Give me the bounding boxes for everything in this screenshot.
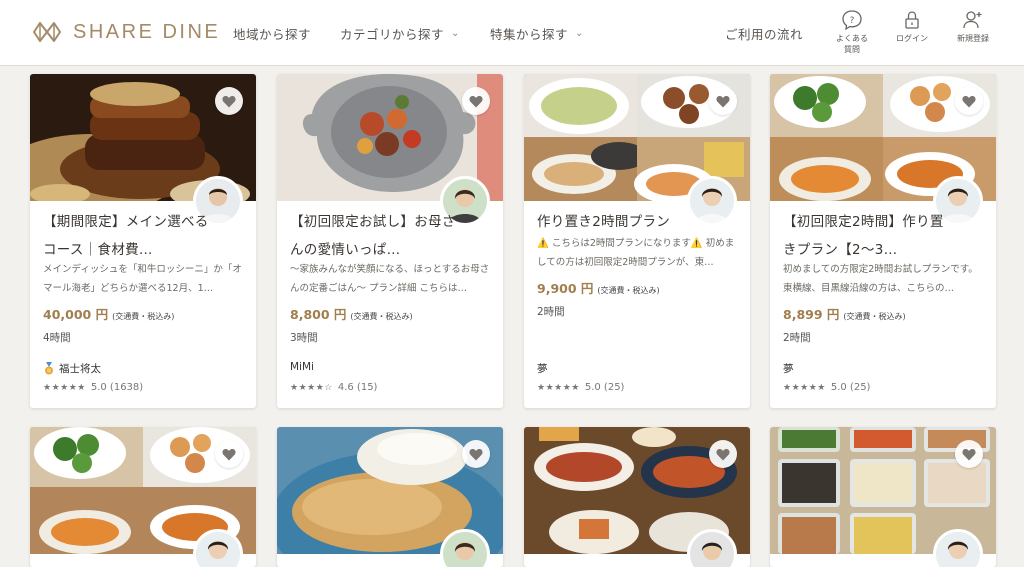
plan-rating: ★★★★☆ 4.6 (15) <box>290 382 377 393</box>
star-icons: ★★★★★ <box>537 382 580 393</box>
plan-price: 40,000 円 (交通費・税込み) <box>43 304 174 323</box>
host-name[interactable]: 福士将太 <box>43 361 101 376</box>
rating-value: 5.0 (25) <box>830 382 871 393</box>
faq-button[interactable]: ? よくある 質問 <box>822 9 882 55</box>
heart-icon <box>222 95 236 107</box>
host-name-label: 福士将太 <box>59 363 101 375</box>
plan-card[interactable]: 【初回限定2時間】作り置きプラン【2〜3… 初めましての方限定2時間お試しプラン… <box>770 74 996 408</box>
price-value: 40,000 円 <box>43 307 109 322</box>
heart-icon <box>469 448 483 460</box>
nav-flow-label: ご利用の流れ <box>725 27 804 42</box>
favorite-button[interactable] <box>215 87 243 115</box>
price-note: (交通費・税込み) <box>112 312 175 321</box>
favorite-button[interactable] <box>462 440 490 468</box>
plan-rating: ★★★★★ 5.0 (25) <box>783 382 870 393</box>
plan-duration: 4時間 <box>43 332 71 344</box>
heart-icon <box>962 95 976 107</box>
chevron-down-icon: ⌄ <box>575 28 584 39</box>
plan-price: 8,800 円 (交通費・税込み) <box>290 304 413 323</box>
logo-icon <box>33 22 61 42</box>
nav-flow[interactable]: ご利用の流れ <box>725 24 803 43</box>
star-icons: ★★★★★ <box>43 382 86 393</box>
plan-card[interactable] <box>30 427 256 567</box>
price-value: 9,900 円 <box>537 281 594 296</box>
favorite-button[interactable] <box>709 87 737 115</box>
nav-category[interactable]: カテゴリから探す ⌄ <box>340 24 460 43</box>
chevron-down-icon: ⌄ <box>451 28 460 39</box>
rating-value: 5.0 (25) <box>584 382 625 393</box>
plan-card[interactable] <box>524 427 750 567</box>
plan-title[interactable]: 作り置き2時間プラン <box>537 208 687 236</box>
host-avatar[interactable] <box>687 176 737 226</box>
plan-duration: 2時間 <box>783 332 811 344</box>
favorite-button[interactable] <box>462 87 490 115</box>
favorite-button[interactable] <box>955 440 983 468</box>
plan-card[interactable]: 作り置き2時間プラン ⚠️ こちらは2時間プランになります⚠️ 初めましての方は… <box>524 74 750 408</box>
host-name[interactable]: 夢 <box>783 361 794 376</box>
faq-label-1: よくある <box>836 34 868 43</box>
site-header: SHARE DINE 地域から探す カテゴリから探す ⌄ 特集から探す ⌄ ご利用の… <box>0 0 1024 66</box>
host-name[interactable]: 夢 <box>537 361 548 376</box>
plan-card[interactable] <box>770 427 996 567</box>
nav-feature-label: 特集から探す <box>490 27 569 42</box>
faq-label-2: 質問 <box>844 45 860 54</box>
heart-icon <box>469 95 483 107</box>
host-name-label: MiMi <box>290 361 314 373</box>
login-button[interactable]: ログイン <box>882 9 942 44</box>
price-note: (交通費・税込み) <box>597 286 660 295</box>
nav-feature[interactable]: 特集から探す ⌄ <box>490 24 584 43</box>
price-value: 8,800 円 <box>290 307 347 322</box>
plan-card[interactable]: 【初回限定お試し】お母さんの愛情いっぱ… 〜家族みんなが笑顔になる、ほっとするお… <box>277 74 503 408</box>
favorite-button[interactable] <box>709 440 737 468</box>
heart-icon <box>716 95 730 107</box>
star-icons: ★★★★☆ <box>290 382 333 393</box>
signup-label: 新規登録 <box>957 34 989 43</box>
login-label: ログイン <box>896 34 928 43</box>
plan-title[interactable]: 【期間限定】メイン選べるコース｜食材費… <box>43 208 213 264</box>
svg-text:?: ? <box>850 16 855 26</box>
plan-description: メインディッシュを「和牛ロッシーニ」か「オマール海老」どちらか選べる12月、1… <box>43 264 242 294</box>
heart-icon <box>716 448 730 460</box>
plan-duration: 2時間 <box>537 306 565 318</box>
favorite-button[interactable] <box>215 440 243 468</box>
plan-rating: ★★★★★ 5.0 (1638) <box>43 382 143 393</box>
price-value: 8,899 円 <box>783 307 840 322</box>
user-add-icon <box>963 11 982 29</box>
nav-area-label: 地域から探す <box>233 27 312 42</box>
plan-card[interactable] <box>277 427 503 567</box>
plan-price: 9,900 円 (交通費・税込み) <box>537 278 660 297</box>
star-icons: ★★★★★ <box>783 382 826 393</box>
host-name-label: 夢 <box>783 363 794 375</box>
lock-icon <box>905 11 919 29</box>
heart-icon <box>222 448 236 460</box>
nav-area[interactable]: 地域から探す <box>233 24 311 43</box>
rating-value: 4.6 (15) <box>337 382 378 393</box>
logo[interactable]: SHARE DINE <box>31 19 220 45</box>
plan-title[interactable]: 【初回限定お試し】お母さんの愛情いっぱ… <box>290 208 460 264</box>
host-name-label: 夢 <box>537 363 548 375</box>
question-bubble-icon: ? <box>842 10 862 31</box>
plan-description: ⚠️ こちらは2時間プランになります⚠️ 初めましての方は初回限定2時間プランが… <box>537 238 735 268</box>
plan-description: 〜家族みんなが笑顔になる、ほっとするお母さんの定番ごはん〜 プラン詳細 こちらは… <box>290 264 490 294</box>
plan-description: 初めましての方限定2時間お試しプランです。 東横線、目黒線沿線の方は、こちらの… <box>783 264 978 294</box>
price-note: (交通費・税込み) <box>843 312 906 321</box>
nav-category-label: カテゴリから探す <box>340 27 445 42</box>
plan-card[interactable]: 【期間限定】メイン選べるコース｜食材費… メインディッシュを「和牛ロッシーニ」か… <box>30 74 256 408</box>
price-note: (交通費・税込み) <box>350 312 413 321</box>
host-name[interactable]: MiMi <box>290 361 314 373</box>
plan-price: 8,899 円 (交通費・税込み) <box>783 304 906 323</box>
favorite-button[interactable] <box>955 87 983 115</box>
rating-value: 5.0 (1638) <box>90 382 144 393</box>
plan-title[interactable]: 【初回限定2時間】作り置きプラン【2〜3… <box>783 208 953 264</box>
plan-rating: ★★★★★ 5.0 (25) <box>537 382 624 393</box>
signup-button[interactable]: 新規登録 <box>943 9 1003 44</box>
medal-icon <box>45 362 53 375</box>
plan-duration: 3時間 <box>290 332 318 344</box>
heart-icon <box>962 448 976 460</box>
logo-text: SHARE DINE <box>73 20 221 43</box>
